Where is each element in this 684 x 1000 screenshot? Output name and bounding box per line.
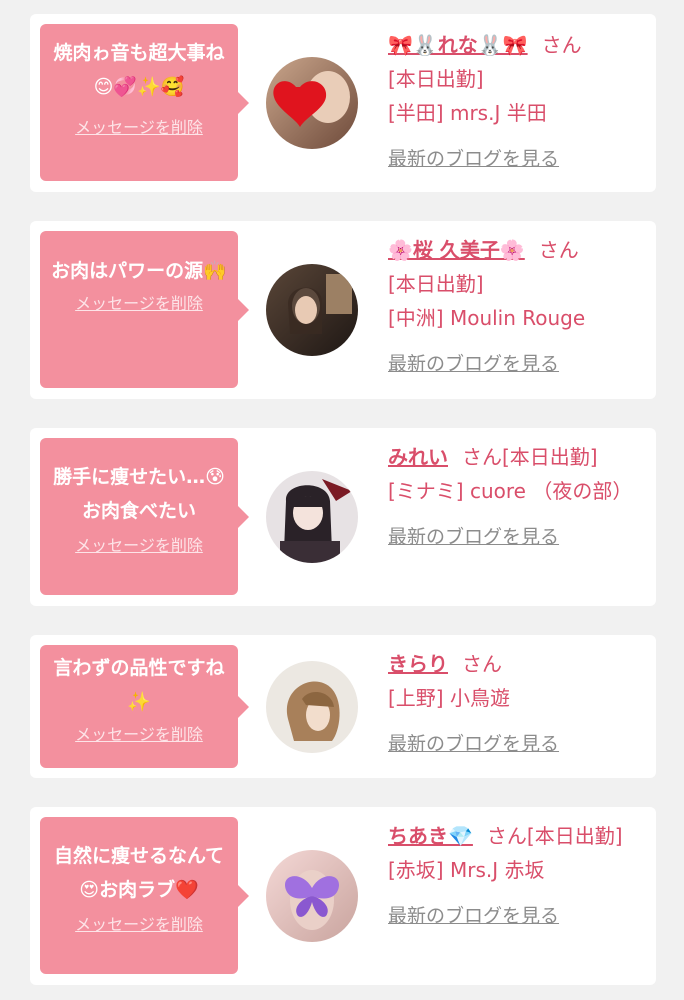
message-text: 焼肉ゎ音も超大事ね😊💞✨🥰 [53,42,225,98]
delete-message-link[interactable]: メッセージを削除 [75,290,203,314]
cast-name-link[interactable]: きらり [388,652,448,676]
delete-message-link[interactable]: メッセージを削除 [75,911,203,935]
portrait-photo-icon [266,264,358,356]
delete-message-link[interactable]: メッセージを削除 [75,721,203,745]
shop-name: [中洲] Moulin Rouge [388,306,586,330]
work-status: [本日出勤] [502,445,598,469]
butterfly-sticker-photo-icon [266,850,358,942]
latest-blog-link[interactable]: 最新のブログを見る [388,727,648,761]
cast-info: きらり さん [上野] 小鳥遊 最新のブログを見る [388,647,648,761]
honorific: さん [486,824,527,848]
message-text: お肉はパワーの源🙌 [51,260,227,282]
message-card: お肉はパワーの源🙌 メッセージを削除 🌸桜 久美子🌸 さん [本日出勤] [中洲]… [30,221,656,399]
heart-sticker-photo-icon [266,57,358,149]
latest-blog-link[interactable]: 最新のブログを見る [388,520,648,554]
work-status: [本日出勤] [526,824,623,848]
avatar[interactable] [266,57,358,149]
message-bubble: 言わずの品性ですね✨ メッセージを削除 [40,645,249,768]
avatar[interactable] [266,264,358,356]
message-bubble: 勝手に痩せたい…😰お肉食べたい メッセージを削除 [40,438,249,595]
message-bubble: 焼肉ゎ音も超大事ね😊💞✨🥰 メッセージを削除 [40,24,249,181]
message-card: 自然に痩せるなんて😍お肉ラブ❤️ メッセージを削除 ちあき💎 さん[本日出勤] [… [30,807,656,985]
anime-character-photo-icon [266,471,358,563]
avatar[interactable] [266,661,358,753]
honorific: さん [538,238,579,262]
cast-name-link[interactable]: 🌸桜 久美子🌸 [388,238,525,262]
message-bubble: 自然に痩せるなんて😍お肉ラブ❤️ メッセージを削除 [40,817,249,974]
message-text: 自然に痩せるなんて😍お肉ラブ❤️ [53,845,225,901]
work-status: [本日出勤] [388,67,484,91]
avatar[interactable] [266,850,358,942]
message-text: 言わずの品性ですね✨ [53,657,225,713]
delete-message-link[interactable]: メッセージを削除 [75,114,203,138]
latest-blog-link[interactable]: 最新のブログを見る [388,899,648,933]
shop-name: [ミナミ] cuore （夜の部） [388,479,633,503]
hair-photo-icon [266,661,358,753]
cast-info: 🌸桜 久美子🌸 さん [本日出勤] [中洲] Moulin Rouge 最新のブロ… [388,233,648,381]
cast-info: みれい さん[本日出勤] [ミナミ] cuore （夜の部） 最新のブログを見る [388,440,648,554]
cast-name-link[interactable]: みれい [388,445,448,469]
message-card: 言わずの品性ですね✨ メッセージを削除 きらり さん [上野] 小鳥遊 最新のブロ… [30,635,656,778]
shop-name: [赤坂] Mrs.J 赤坂 [388,858,545,882]
message-card: 焼肉ゎ音も超大事ね😊💞✨🥰 メッセージを削除 🎀🐰れな🐰🎀 さん [本日出勤] [… [30,14,656,192]
message-text: 勝手に痩せたい…😰お肉食べたい [53,466,225,522]
latest-blog-link[interactable]: 最新のブログを見る [388,347,648,381]
message-card: 勝手に痩せたい…😰お肉食べたい メッセージを削除 みれい さん[本日出勤] [ミナ… [30,428,656,606]
honorific: さん [462,445,502,469]
cast-name-link[interactable]: ちあき💎 [388,824,473,848]
cast-info: 🎀🐰れな🐰🎀 さん [本日出勤] [半田] mrs.J 半田 最新のブログを見る [388,28,648,176]
avatar[interactable] [266,471,358,563]
message-bubble: お肉はパワーの源🙌 メッセージを削除 [40,231,249,388]
latest-blog-link[interactable]: 最新のブログを見る [388,142,648,176]
delete-message-link[interactable]: メッセージを削除 [75,532,203,556]
honorific: さん [541,33,582,57]
shop-name: [上野] 小鳥遊 [388,686,510,710]
cast-info: ちあき💎 さん[本日出勤] [赤坂] Mrs.J 赤坂 最新のブログを見る [388,819,648,933]
honorific: さん [462,652,502,676]
work-status: [本日出勤] [388,272,484,296]
cast-name-link[interactable]: 🎀🐰れな🐰🎀 [388,33,528,57]
shop-name: [半田] mrs.J 半田 [388,101,547,125]
